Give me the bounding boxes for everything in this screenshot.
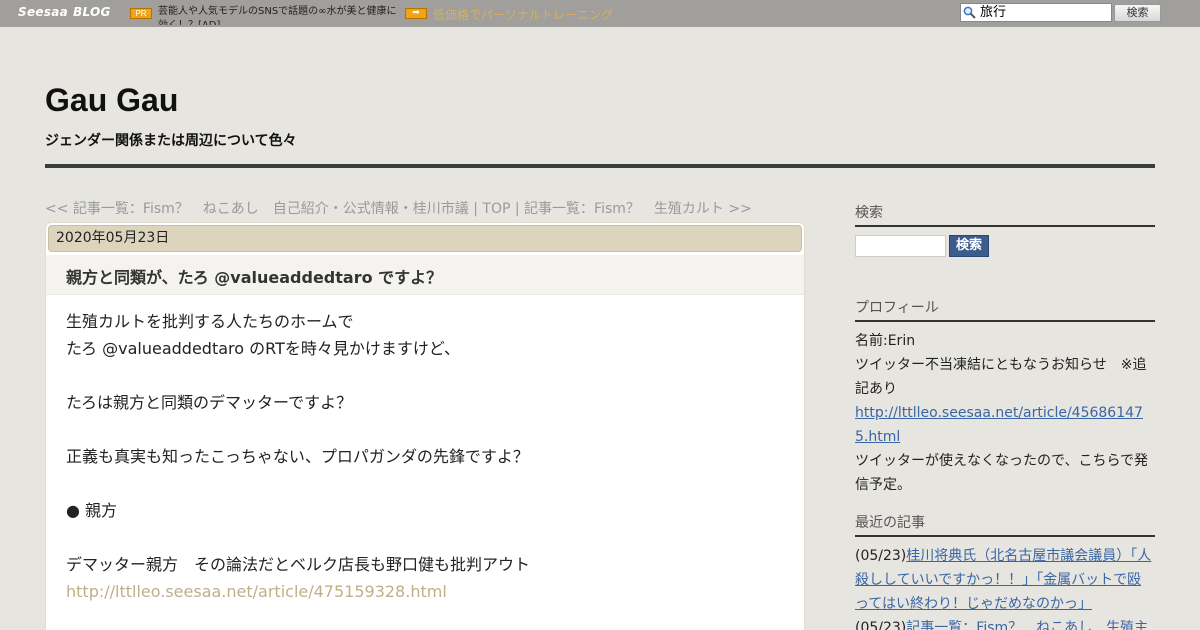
nav-separator: | bbox=[468, 201, 483, 217]
blog-description: ジェンダー関係または周辺について色々 bbox=[45, 133, 297, 149]
article-line: デマッター親方 その論法だとベルク店長も野口健も批判アウト bbox=[66, 555, 531, 574]
article-body: 生殖カルトを批判する人たちのホームで たろ @valueaddedtaro のR… bbox=[66, 308, 786, 605]
profile-section: 名前:Erin ツイッター不当凍結にともなうお知らせ ※追記あり http://… bbox=[855, 329, 1155, 497]
sidebar-profile-heading: プロフィール bbox=[855, 297, 1155, 322]
article-line: たろは親方と同類のデマッターですよ？ bbox=[66, 393, 353, 412]
recent-article-link[interactable]: 記事一覧：Fism？ ねこあし 生殖主 bbox=[906, 620, 1148, 630]
top-search-input[interactable]: 旅行 bbox=[960, 3, 1112, 22]
top-bar: Seesaa BLOG PR 芸能人や人気モデルのSNSで話題の∞水が美と健康に効… bbox=[0, 0, 1200, 27]
profile-note: ツイッターが使えなくなったので、こちらで発信予定。 bbox=[855, 453, 1149, 493]
article-navigation: << 記事一覧：Fism？ ねこあし 自己紹介・公式情報・桂川市議 | TOP … bbox=[45, 198, 752, 218]
ad-link-2[interactable]: 低価格でパーソナルトレーニング bbox=[433, 6, 613, 23]
sidebar-search-heading: 検索 bbox=[855, 202, 1155, 227]
article-line: 正義も真実も知ったこっちゃない、プロパガンダの先鋒ですよ？ bbox=[66, 447, 529, 466]
nav-separator: | bbox=[510, 201, 525, 217]
article: 2020年05月23日 親方と同類が、たろ @valueaddedtaro です… bbox=[45, 222, 805, 630]
ad-link-1[interactable]: 芸能人や人気モデルのSNSで話題の∞水が美と健康に効く！？[AD] bbox=[158, 5, 398, 25]
sidebar-search-input[interactable] bbox=[855, 235, 946, 257]
pr-badge: PR bbox=[130, 8, 152, 19]
prev-article-link[interactable]: << 記事一覧：Fism？ ねこあし 自己紹介・公式情報・桂川市議 bbox=[45, 201, 469, 217]
profile-notice: ツイッター不当凍結にともなうお知らせ ※追記あり bbox=[855, 357, 1147, 397]
recent-article-item: (05/23)記事一覧：Fism？ ねこあし 生殖主 bbox=[855, 616, 1155, 630]
recent-article-item: (05/23)桂川将典氏（北名古屋市議会議員）「人殺ししていいですかっ！！」「金… bbox=[855, 544, 1155, 616]
top-search-button[interactable]: 検索 bbox=[1114, 4, 1161, 22]
logo-blog-text: BLOG bbox=[73, 5, 111, 19]
seesaa-blog-logo[interactable]: Seesaa BLOG bbox=[18, 5, 111, 19]
profile-link[interactable]: http://lttlleo.seesaa.net/article/456861… bbox=[855, 401, 1155, 449]
article-title[interactable]: 親方と同類が、たろ @valueaddedtaro ですよ？ bbox=[66, 264, 442, 288]
top-link[interactable]: TOP bbox=[482, 201, 510, 217]
sidebar-search-button[interactable]: 検索 bbox=[949, 235, 989, 257]
arrow-right-icon: ➡ bbox=[405, 8, 427, 19]
article-line: 生殖カルトを批判する人たちのホームで bbox=[66, 312, 354, 331]
article-line: ● 親方 bbox=[66, 501, 118, 520]
article-line bbox=[66, 524, 786, 551]
magnifier-icon bbox=[963, 6, 976, 19]
recent-article-date: (05/23) bbox=[855, 620, 907, 630]
article-line bbox=[66, 362, 786, 389]
recent-article-date: (05/23) bbox=[855, 548, 907, 564]
profile-name: 名前:Erin bbox=[855, 333, 916, 349]
article-date: 2020年05月23日 bbox=[48, 225, 802, 252]
logo-text: Seesaa bbox=[18, 5, 69, 19]
sidebar-recent-heading: 最近の記事 bbox=[855, 512, 1155, 537]
blog-title[interactable]: Gau Gau bbox=[45, 82, 178, 119]
article-line: たろ @valueaddedtaro のRTを時々見かけますけど、 bbox=[66, 339, 461, 358]
header-divider bbox=[45, 164, 1155, 168]
next-article-link[interactable]: 記事一覧：Fism？ 生殖カルト >> bbox=[524, 201, 752, 217]
article-title-bar: 親方と同類が、たろ @valueaddedtaro ですよ？ bbox=[46, 255, 804, 295]
article-line bbox=[66, 416, 786, 443]
recent-articles-list: (05/23)桂川将典氏（北名古屋市議会議員）「人殺ししていいですかっ！！」「金… bbox=[855, 544, 1155, 630]
article-link[interactable]: http://lttlleo.seesaa.net/article/475159… bbox=[66, 578, 786, 605]
article-line bbox=[66, 470, 786, 497]
